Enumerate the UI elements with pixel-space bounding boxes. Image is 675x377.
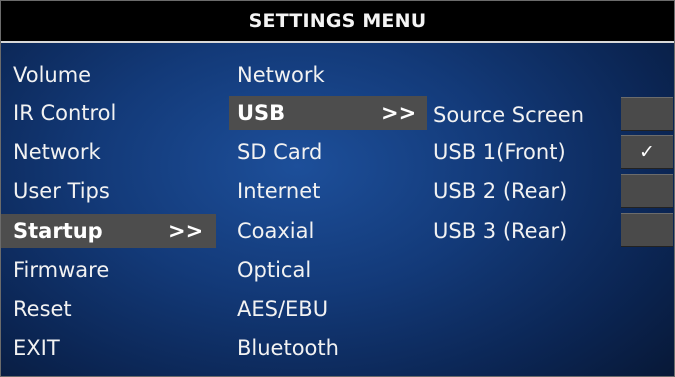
usb-option-usb3-rear-checkbox[interactable] (621, 213, 673, 247)
submenu-arrow-icon: >> (381, 101, 417, 125)
source-item-aes-ebu[interactable]: AES/EBU (229, 292, 427, 326)
source-item-network[interactable]: Network (229, 58, 427, 92)
source-item-coaxial[interactable]: Coaxial (229, 214, 427, 248)
source-item-label: USB (237, 101, 286, 125)
menu-item-label: User Tips (13, 179, 110, 203)
settings-screen: SETTINGS MENU Volume IR Control Network … (0, 0, 675, 377)
source-item-label: Bluetooth (237, 336, 339, 360)
menu-item-startup[interactable]: Startup >> (1, 214, 216, 248)
source-item-label: AES/EBU (237, 297, 329, 321)
usb-option-label: Source Screen (433, 103, 584, 127)
usb-option-usb1-front-checkbox[interactable]: ✓ (621, 135, 673, 169)
source-item-internet[interactable]: Internet (229, 174, 427, 208)
menu-item-label: IR Control (13, 101, 117, 125)
source-item-label: Coaxial (237, 219, 315, 243)
source-item-bluetooth[interactable]: Bluetooth (229, 331, 427, 365)
source-item-label: Optical (237, 258, 312, 282)
menu-item-volume[interactable]: Volume (1, 58, 216, 92)
menu-item-label: Reset (13, 297, 72, 321)
usb-option-label: USB 1(Front) (433, 140, 566, 164)
usb-option-usb1-front[interactable]: USB 1(Front) (429, 135, 619, 169)
usb-option-label: USB 3 (Rear) (433, 219, 568, 243)
usb-option-usb2-rear-checkbox[interactable] (621, 174, 673, 208)
menu-item-ir-control[interactable]: IR Control (1, 96, 216, 130)
menu-item-label: Volume (13, 63, 92, 87)
source-item-usb[interactable]: USB >> (229, 96, 427, 130)
usb-option-source-screen[interactable]: Source Screen (429, 98, 619, 132)
menu-title: SETTINGS MENU (248, 10, 427, 32)
menu-item-label: EXIT (13, 336, 60, 360)
source-item-label: Internet (237, 179, 321, 203)
menu-item-reset[interactable]: Reset (1, 292, 216, 326)
source-item-sd-card[interactable]: SD Card (229, 135, 427, 169)
source-item-label: SD Card (237, 140, 323, 164)
title-bar: SETTINGS MENU (1, 1, 674, 43)
menu-item-label: Firmware (13, 258, 110, 282)
usb-option-source-screen-checkbox[interactable] (621, 97, 673, 131)
source-item-optical[interactable]: Optical (229, 253, 427, 287)
usb-option-usb2-rear[interactable]: USB 2 (Rear) (429, 174, 619, 208)
menu-item-network[interactable]: Network (1, 135, 216, 169)
menu-item-firmware[interactable]: Firmware (1, 253, 216, 287)
menu-item-user-tips[interactable]: User Tips (1, 174, 216, 208)
usb-option-label: USB 2 (Rear) (433, 179, 568, 203)
submenu-arrow-icon: >> (168, 219, 204, 243)
menu-item-label: Network (13, 140, 101, 164)
menu-item-label: Startup (13, 219, 103, 243)
usb-option-usb3-rear[interactable]: USB 3 (Rear) (429, 214, 619, 248)
check-icon: ✓ (639, 141, 655, 163)
menu-item-exit[interactable]: EXIT (1, 331, 216, 365)
source-item-label: Network (237, 63, 325, 87)
